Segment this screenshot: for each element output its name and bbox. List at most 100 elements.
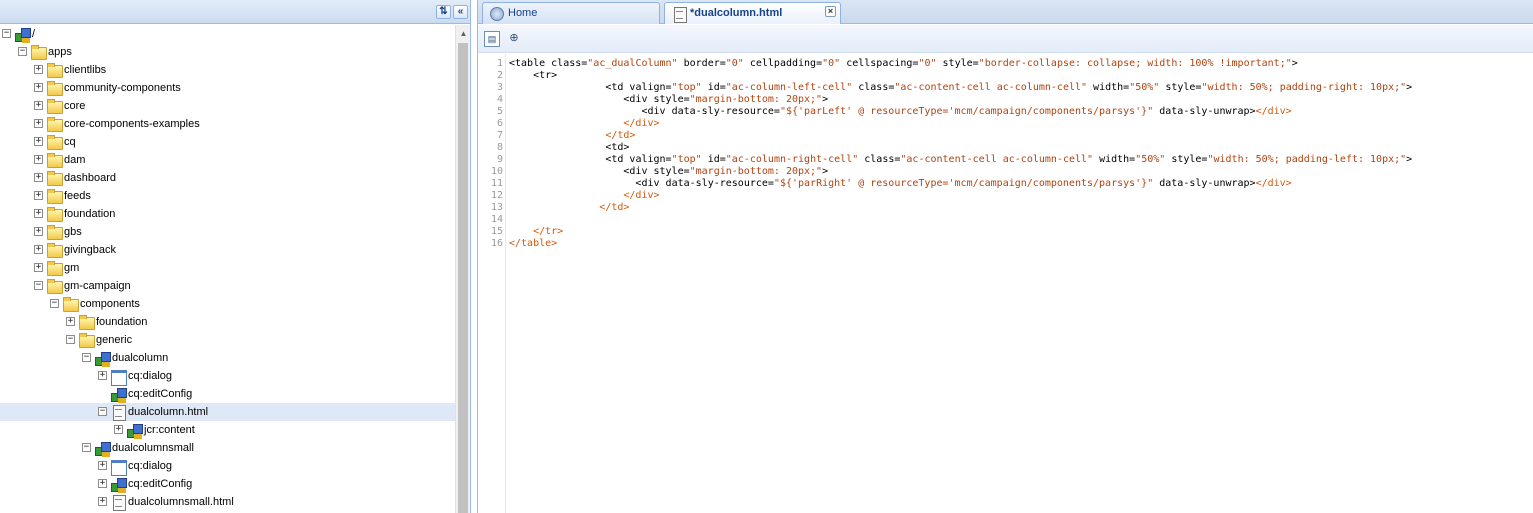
tree-node[interactable]: + cq:dialog xyxy=(0,457,455,476)
code-content[interactable]: <table class="ac_dualColumn" border="0" … xyxy=(509,58,1529,250)
collapse-node-icon[interactable]: − xyxy=(82,443,91,452)
tree-node[interactable]: cq:editConfig xyxy=(0,385,455,403)
code-line[interactable]: </div> xyxy=(509,118,1529,130)
tab-dualcolumn-html[interactable]: *dualcolumn.html × xyxy=(664,2,841,24)
code-line[interactable]: <tr> xyxy=(509,70,1529,82)
tree-node-label[interactable]: gm-campaign xyxy=(64,279,131,293)
expand-node-icon[interactable]: + xyxy=(98,479,107,488)
collapse-node-icon[interactable]: − xyxy=(82,353,91,362)
expand-node-icon[interactable]: + xyxy=(34,227,43,236)
tree-node-label[interactable]: cq:dialog xyxy=(128,369,172,383)
tree-node-label[interactable]: feeds xyxy=(64,189,91,203)
expand-node-icon[interactable]: + xyxy=(34,263,43,272)
tree-node-label[interactable]: cq:editConfig xyxy=(128,387,192,401)
tree-node-label[interactable]: apps xyxy=(48,45,72,59)
code-editor[interactable]: 1 2 3 4 5 6 7 8 9 10 11 12 13 14 15 16 <table class="ac… xyxy=(478,54,1533,513)
tree-node[interactable]: − apps xyxy=(0,43,455,61)
tree-node-label[interactable]: dam xyxy=(64,153,85,167)
expand-node-icon[interactable]: + xyxy=(98,497,107,506)
tree-node[interactable]: + clientlibs xyxy=(0,61,455,79)
code-line[interactable]: <div data-sly-resource="${'parRight' @ r… xyxy=(509,178,1529,190)
tree-node[interactable]: + cq:editConfig xyxy=(0,475,455,493)
collapse-panel-icon[interactable]: « xyxy=(453,5,468,19)
expand-node-icon[interactable]: + xyxy=(114,425,123,434)
tree-node[interactable]: + dualcolumnsmall.html xyxy=(0,493,455,511)
tree-node[interactable]: − dualcolumn xyxy=(0,349,455,367)
code-line[interactable]: </table> xyxy=(509,238,1529,250)
code-line[interactable]: <td> xyxy=(509,142,1529,154)
tree-node-label[interactable]: jcr:content xyxy=(144,423,195,437)
tree-node-label[interactable]: / xyxy=(32,27,35,41)
tree-node-label[interactable]: gm xyxy=(64,261,79,275)
find-button[interactable]: ⊕ xyxy=(506,31,522,47)
tree-node[interactable]: + givingback xyxy=(0,241,455,259)
expand-node-icon[interactable]: + xyxy=(98,461,107,470)
collapse-node-icon[interactable]: − xyxy=(98,407,107,416)
tree-node-label[interactable]: cq:dialog xyxy=(128,459,172,473)
collapse-node-icon[interactable]: − xyxy=(2,29,11,38)
sync-tree-icon[interactable]: ⇅ xyxy=(436,5,451,19)
tree-node-label[interactable]: cq:editConfig xyxy=(128,477,192,491)
tree-node-label[interactable]: dualcolumnsmall.html xyxy=(128,495,234,509)
expand-node-icon[interactable]: + xyxy=(34,155,43,164)
code-line[interactable]: </td> xyxy=(509,202,1529,214)
expand-node-icon[interactable]: + xyxy=(34,83,43,92)
tree-node[interactable]: + community-components xyxy=(0,79,455,97)
tree-node-label[interactable]: dualcolumnsmall xyxy=(112,441,194,455)
tree-node-label[interactable]: generic xyxy=(96,333,132,347)
save-button[interactable]: ▤ xyxy=(484,31,500,47)
tree-node[interactable]: + gbs xyxy=(0,223,455,241)
code-line[interactable] xyxy=(509,214,1529,226)
expand-node-icon[interactable]: + xyxy=(66,317,75,326)
tree-node-label[interactable]: components xyxy=(80,297,140,311)
tree-node-label[interactable]: clientlibs xyxy=(64,63,106,77)
code-line[interactable]: <td valign="top" id="ac-column-left-cell… xyxy=(509,82,1529,94)
expand-node-icon[interactable]: + xyxy=(34,65,43,74)
expand-node-icon[interactable]: + xyxy=(34,245,43,254)
tree-node-label[interactable]: cq xyxy=(64,135,76,149)
expand-node-icon[interactable]: + xyxy=(34,173,43,182)
tree-node-label[interactable]: core-components-examples xyxy=(64,117,200,131)
code-line[interactable]: </tr> xyxy=(509,226,1529,238)
tree-node[interactable]: − dualcolumnsmall xyxy=(0,439,455,457)
code-line[interactable]: </div> xyxy=(509,190,1529,202)
tree-node[interactable]: + foundation xyxy=(0,205,455,223)
tree-node[interactable]: + feeds xyxy=(0,187,455,205)
code-line[interactable]: </td> xyxy=(509,130,1529,142)
expand-node-icon[interactable]: + xyxy=(34,209,43,218)
scrollbar-thumb[interactable] xyxy=(458,43,468,513)
expand-node-icon[interactable]: + xyxy=(34,119,43,128)
tree-node[interactable]: + dam xyxy=(0,151,455,169)
tree-node[interactable]: + core-components-examples xyxy=(0,115,455,133)
tree-node[interactable]: + core xyxy=(0,97,455,115)
tree-node[interactable]: − generic xyxy=(0,331,455,349)
tree-node[interactable]: − / xyxy=(0,25,455,43)
tree-node-label[interactable]: gbs xyxy=(64,225,82,239)
tree-node-label[interactable]: core xyxy=(64,99,85,113)
tree-node[interactable]: + cq:dialog xyxy=(0,367,455,386)
code-line[interactable]: <td valign="top" id="ac-column-right-cel… xyxy=(509,154,1529,166)
tree-node[interactable]: + dashboard xyxy=(0,169,455,187)
expand-node-icon[interactable]: + xyxy=(34,191,43,200)
tree-node-label[interactable]: foundation xyxy=(96,315,147,329)
tree-node[interactable]: + cq xyxy=(0,133,455,151)
tree-node-label[interactable]: foundation xyxy=(64,207,115,221)
tree-node[interactable]: + foundation xyxy=(0,313,455,331)
expand-node-icon[interactable]: + xyxy=(98,371,107,380)
collapse-node-icon[interactable]: − xyxy=(66,335,75,344)
tree-node[interactable]: − dualcolumn.html xyxy=(0,403,455,421)
collapse-node-icon[interactable]: − xyxy=(34,281,43,290)
tree-node-label[interactable]: dualcolumn xyxy=(112,351,168,365)
expand-node-icon[interactable]: + xyxy=(34,101,43,110)
tree-node-label[interactable]: dashboard xyxy=(64,171,116,185)
tree-node[interactable]: + gm xyxy=(0,259,455,277)
expand-node-icon[interactable]: + xyxy=(34,137,43,146)
code-line[interactable]: <table class="ac_dualColumn" border="0" … xyxy=(509,58,1529,70)
tree-node[interactable]: + jcr:content xyxy=(0,421,455,439)
tree-node[interactable]: − gm-campaign xyxy=(0,277,455,295)
scroll-up-icon[interactable]: ▲ xyxy=(456,27,471,41)
collapse-node-icon[interactable]: − xyxy=(18,47,27,56)
tree-node-label[interactable]: givingback xyxy=(64,243,116,257)
tree-node-label[interactable]: dualcolumn.html xyxy=(128,405,208,419)
code-line[interactable]: <div data-sly-resource="${'parLeft' @ re… xyxy=(509,106,1529,118)
